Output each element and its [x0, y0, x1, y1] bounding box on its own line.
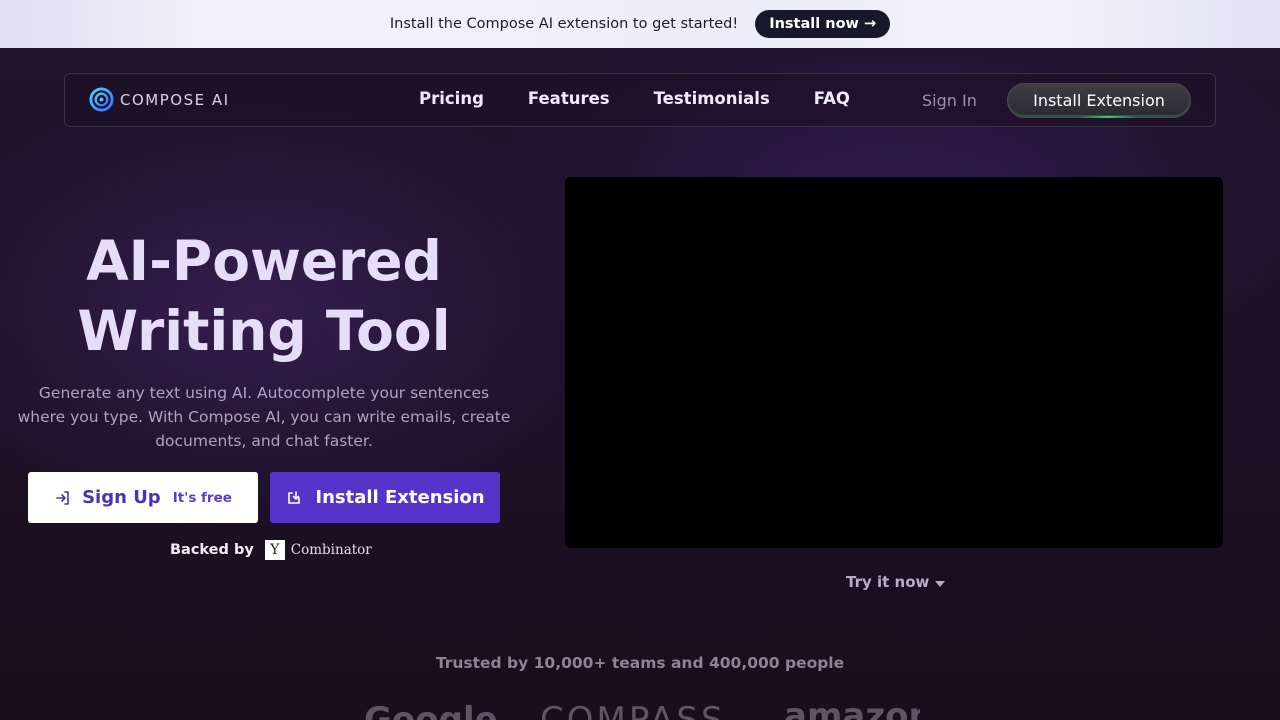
nav-link-features[interactable]: Features	[528, 89, 610, 108]
install-extension-label: Install Extension	[315, 487, 485, 508]
y-combinator-icon: Y	[264, 540, 285, 560]
hero-subtitle: Generate any text using AI. Autocomplete…	[17, 384, 511, 450]
top-banner: Install the Compose AI extension to get …	[0, 0, 1280, 48]
client-logo-compass: COMPASS	[540, 700, 726, 720]
hero-title-line-2: Writing Tool	[77, 299, 451, 363]
sign-in-arrow-icon	[56, 490, 69, 505]
client-logos: Google COMPASS amazon	[360, 700, 920, 720]
caret-down-icon	[935, 580, 946, 587]
install-now-button[interactable]: Install now →	[755, 10, 891, 38]
sign-up-label: Sign Up	[82, 487, 161, 508]
free-badge: It's free	[172, 489, 232, 506]
client-logo-google: Google	[364, 700, 498, 720]
navbar: COMPOSE AI Pricing Features Testimonials…	[64, 73, 1216, 127]
hero-title-line-1: AI-Powered	[86, 229, 442, 293]
sign-in-link[interactable]: Sign In	[922, 91, 977, 110]
banner-text: Install the Compose AI extension to get …	[389, 16, 739, 32]
logo-text: COMPOSE AI	[120, 90, 230, 109]
backed-by: Backed by Y Combinator	[170, 540, 372, 560]
demo-video[interactable]	[565, 177, 1223, 548]
try-it-now-button[interactable]: Try it now	[846, 573, 946, 591]
hero-title: AI-Powered Writing Tool	[40, 226, 488, 366]
compose-logo-icon	[89, 87, 114, 112]
client-logo-amazon: amazon	[784, 700, 920, 720]
nav-install-extension-button[interactable]: Install Extension	[1007, 83, 1191, 118]
download-icon	[288, 490, 301, 504]
install-extension-button[interactable]: Install Extension	[270, 472, 500, 523]
nav-links: Pricing Features Testimonials FAQ	[419, 89, 850, 108]
backed-by-label: Backed by	[170, 542, 254, 558]
y-combinator-text: Combinator	[290, 542, 372, 558]
nav-link-faq[interactable]: FAQ	[814, 89, 850, 108]
sign-up-button[interactable]: Sign Up It's free	[28, 472, 258, 523]
nav-link-testimonials[interactable]: Testimonials	[654, 89, 770, 108]
nav-link-pricing[interactable]: Pricing	[419, 89, 484, 108]
logo[interactable]: COMPOSE AI	[89, 87, 230, 112]
try-it-now-label: Try it now	[846, 573, 930, 591]
trusted-by-text: Trusted by 10,000+ teams and 400,000 peo…	[435, 654, 845, 672]
y-combinator-logo: Y Combinator	[264, 540, 372, 560]
